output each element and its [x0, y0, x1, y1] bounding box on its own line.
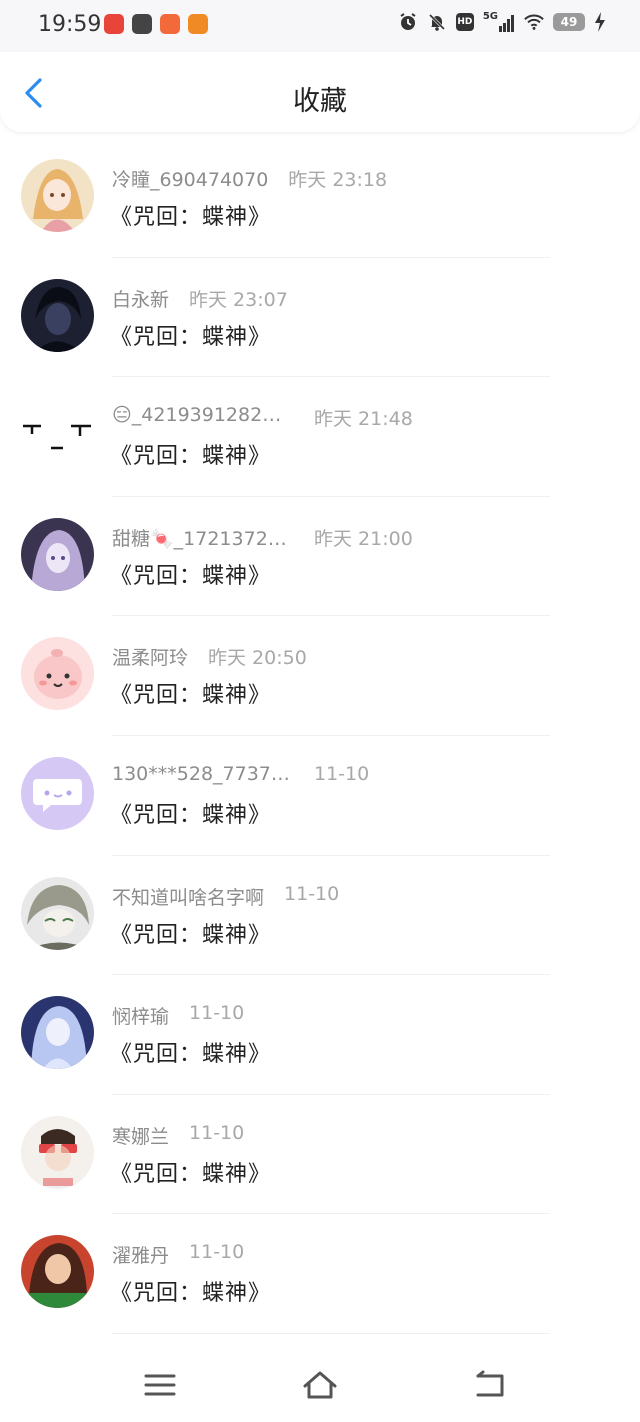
item-meta: 濯雅丹 11-10: [112, 1241, 244, 1268]
avatar[interactable]: [21, 517, 94, 591]
list-item[interactable]: 濯雅丹 11-10 《咒回：蝶神》: [0, 1214, 640, 1334]
home-icon[interactable]: [302, 1370, 338, 1400]
avatar[interactable]: [21, 637, 94, 711]
back-icon[interactable]: [472, 1370, 508, 1400]
item-title[interactable]: 《咒回：蝶神》: [110, 1156, 271, 1188]
favorites-list: 冷瞳_690474070 昨天 23:18 《咒回：蝶神》 白永新 昨天 23:…: [0, 138, 640, 1334]
status-time: 19:59: [38, 12, 102, 37]
username: 寒娜兰: [112, 1125, 170, 1148]
timestamp: 昨天 23:18: [288, 169, 388, 191]
timestamp: 11-10: [314, 762, 370, 785]
username: 冷瞳_690474070: [112, 169, 269, 191]
signal-bars-icon: [499, 15, 514, 32]
username: 白永新: [112, 288, 170, 311]
username: 130***528_7737…: [112, 762, 290, 785]
timestamp: 11-10: [189, 1002, 245, 1025]
app-notification-icon: [160, 14, 180, 34]
app-notification-icon: [104, 14, 124, 34]
status-indicators: HD 5G 49: [398, 12, 606, 32]
item-meta: 甜糖🍬_1721372… 昨天 21:00: [112, 524, 413, 551]
item-meta: 冷瞳_690474070 昨天 23:18: [112, 165, 387, 192]
item-title[interactable]: 《咒回：蝶神》: [110, 558, 271, 590]
avatar[interactable]: [21, 1115, 94, 1189]
item-title[interactable]: 《咒回：蝶神》: [110, 677, 271, 709]
system-nav-bar: [0, 1348, 640, 1422]
username: 😑_4219391282…: [112, 404, 282, 427]
timestamp: 11-10: [189, 1241, 245, 1264]
username: 悯梓瑜: [112, 1006, 170, 1029]
avatar[interactable]: [21, 278, 94, 352]
item-title[interactable]: 《咒回：蝶神》: [110, 797, 271, 829]
battery-indicator: 49: [553, 13, 585, 31]
timestamp: 昨天 23:07: [189, 288, 288, 311]
app-notification-icon: [132, 14, 152, 34]
item-meta: 温柔阿玲 昨天 20:50: [112, 643, 307, 670]
notification-app-icons: [104, 14, 208, 34]
list-item[interactable]: 温柔阿玲 昨天 20:50 《咒回：蝶神》: [0, 616, 640, 736]
charging-icon: [595, 12, 605, 32]
avatar[interactable]: [21, 1235, 94, 1309]
username: 不知道叫啥名字啊: [112, 886, 265, 909]
username: 濯雅丹: [112, 1245, 170, 1268]
list-item[interactable]: 130***528_7737… 11-10 《咒回：蝶神》: [0, 736, 640, 856]
list-item[interactable]: 甜糖🍬_1721372… 昨天 21:00 《咒回：蝶神》: [0, 497, 640, 617]
menu-icon[interactable]: [142, 1370, 178, 1400]
list-item[interactable]: 😑_4219391282… 昨天 21:48 《咒回：蝶神》: [0, 377, 640, 497]
page-title: 收藏: [293, 86, 347, 117]
item-meta: 130***528_7737… 11-10: [112, 763, 369, 785]
item-title[interactable]: 《咒回：蝶神》: [110, 199, 271, 231]
item-meta: 不知道叫啥名字啊 11-10: [112, 883, 339, 910]
item-title[interactable]: 《咒回：蝶神》: [110, 319, 271, 351]
list-item[interactable]: 悯梓瑜 11-10 《咒回：蝶神》: [0, 975, 640, 1095]
status-bar: 19:59 HD 5G 49: [0, 0, 640, 52]
item-title[interactable]: 《咒回：蝶神》: [110, 438, 271, 470]
item-meta: 白永新 昨天 23:07: [112, 285, 288, 312]
avatar[interactable]: [21, 398, 94, 472]
network-type-label: 5G: [482, 11, 498, 22]
wifi-icon: [524, 14, 544, 30]
app-notification-icon: [188, 14, 208, 34]
list-item[interactable]: 不知道叫啥名字啊 11-10 《咒回：蝶神》: [0, 856, 640, 976]
alarm-icon: [400, 13, 416, 30]
username: 甜糖🍬_1721372…: [112, 527, 287, 550]
timestamp: 昨天 21:00: [314, 527, 413, 550]
username: 温柔阿玲: [112, 647, 189, 670]
hd-badge: HD: [455, 13, 474, 31]
item-title[interactable]: 《咒回：蝶神》: [110, 1275, 271, 1307]
timestamp: 11-10: [284, 882, 340, 905]
item-meta: 悯梓瑜 11-10: [112, 1002, 244, 1029]
item-meta: 😑_4219391282… 昨天 21:48: [112, 404, 413, 431]
avatar[interactable]: [21, 756, 94, 830]
timestamp: 昨天 21:48: [314, 408, 413, 431]
timestamp: 11-10: [189, 1121, 245, 1144]
timestamp: 昨天 20:50: [208, 647, 307, 670]
mute-bell-icon: [428, 13, 445, 31]
signal-indicator: 5G: [483, 12, 515, 32]
list-item[interactable]: 寒娜兰 11-10 《咒回：蝶神》: [0, 1095, 640, 1215]
item-title[interactable]: 《咒回：蝶神》: [110, 1036, 271, 1068]
item-meta: 寒娜兰 11-10: [112, 1122, 244, 1149]
app-header: 收藏: [0, 52, 640, 132]
avatar[interactable]: [21, 159, 94, 232]
avatar[interactable]: [21, 876, 94, 950]
avatar[interactable]: [21, 996, 94, 1070]
list-item[interactable]: 白永新 昨天 23:07 《咒回：蝶神》: [0, 258, 640, 378]
list-item[interactable]: 冷瞳_690474070 昨天 23:18 《咒回：蝶神》: [0, 138, 640, 258]
item-title[interactable]: 《咒回：蝶神》: [110, 917, 271, 949]
